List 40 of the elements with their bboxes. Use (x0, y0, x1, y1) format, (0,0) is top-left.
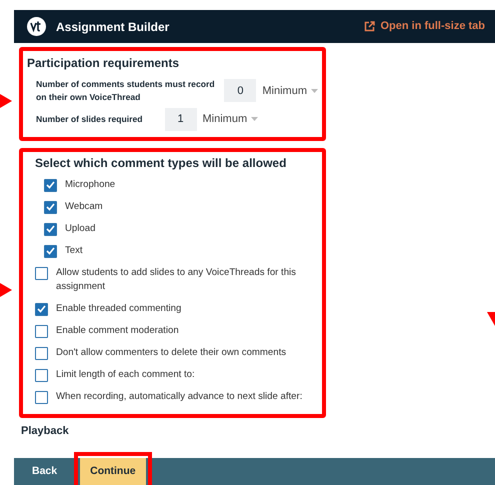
pointer-arrow-icon (0, 283, 12, 297)
option-label: Microphone (65, 178, 116, 192)
section-heading: Select which comment types will be allowed (35, 154, 288, 172)
minimum-select[interactable]: Minimum (202, 111, 258, 128)
field-label: Number of slides required (36, 112, 142, 126)
app-logo-icon (27, 17, 46, 36)
continue-button[interactable]: Continue (80, 458, 146, 485)
option-label: Limit length of each comment to: (56, 368, 195, 382)
minimum-select[interactable]: Minimum (262, 82, 318, 100)
checkbox[interactable] (35, 302, 48, 316)
checkbox[interactable] (44, 200, 57, 214)
pointer-arrow-icon (0, 94, 12, 108)
option-label: Enable threaded commenting (56, 302, 182, 316)
checkbox[interactable] (35, 266, 48, 280)
external-link-icon (364, 21, 376, 32)
section-heading: Participation requirements (27, 55, 180, 72)
option-label: Allow students to add slides to any VoiceThreads for this assignment (56, 266, 297, 294)
option-label: When recording, automatically advance to next slide after: (56, 390, 302, 404)
checkbox[interactable] (44, 178, 57, 192)
caret-icon (251, 117, 258, 122)
app-title: Assignment Builder (56, 18, 170, 36)
number-field[interactable]: 0 (224, 79, 256, 102)
checkbox[interactable] (44, 222, 57, 236)
checkbox[interactable] (44, 244, 57, 258)
option-label: Text (65, 244, 83, 258)
option-label: Upload (65, 222, 96, 236)
pointer-arrow-icon (487, 312, 495, 326)
checkbox[interactable] (35, 368, 48, 382)
number-field[interactable]: 1 (164, 108, 196, 131)
checkbox[interactable] (35, 390, 48, 404)
checkbox[interactable] (35, 346, 48, 360)
option-label: Webcam (65, 200, 103, 214)
option-label: Don't allow commenters to delete their own comments (56, 346, 286, 360)
checkbox[interactable] (35, 324, 48, 338)
section-heading: Playback (20, 424, 70, 438)
caret-icon (311, 88, 318, 93)
back-button[interactable]: Back (14, 458, 76, 485)
open-full-tab-link[interactable]: Open in full-size tab (364, 18, 485, 35)
option-label: Enable comment moderation (56, 324, 179, 338)
field-label: Number of comments students must record on their own VoiceThread (36, 78, 216, 104)
